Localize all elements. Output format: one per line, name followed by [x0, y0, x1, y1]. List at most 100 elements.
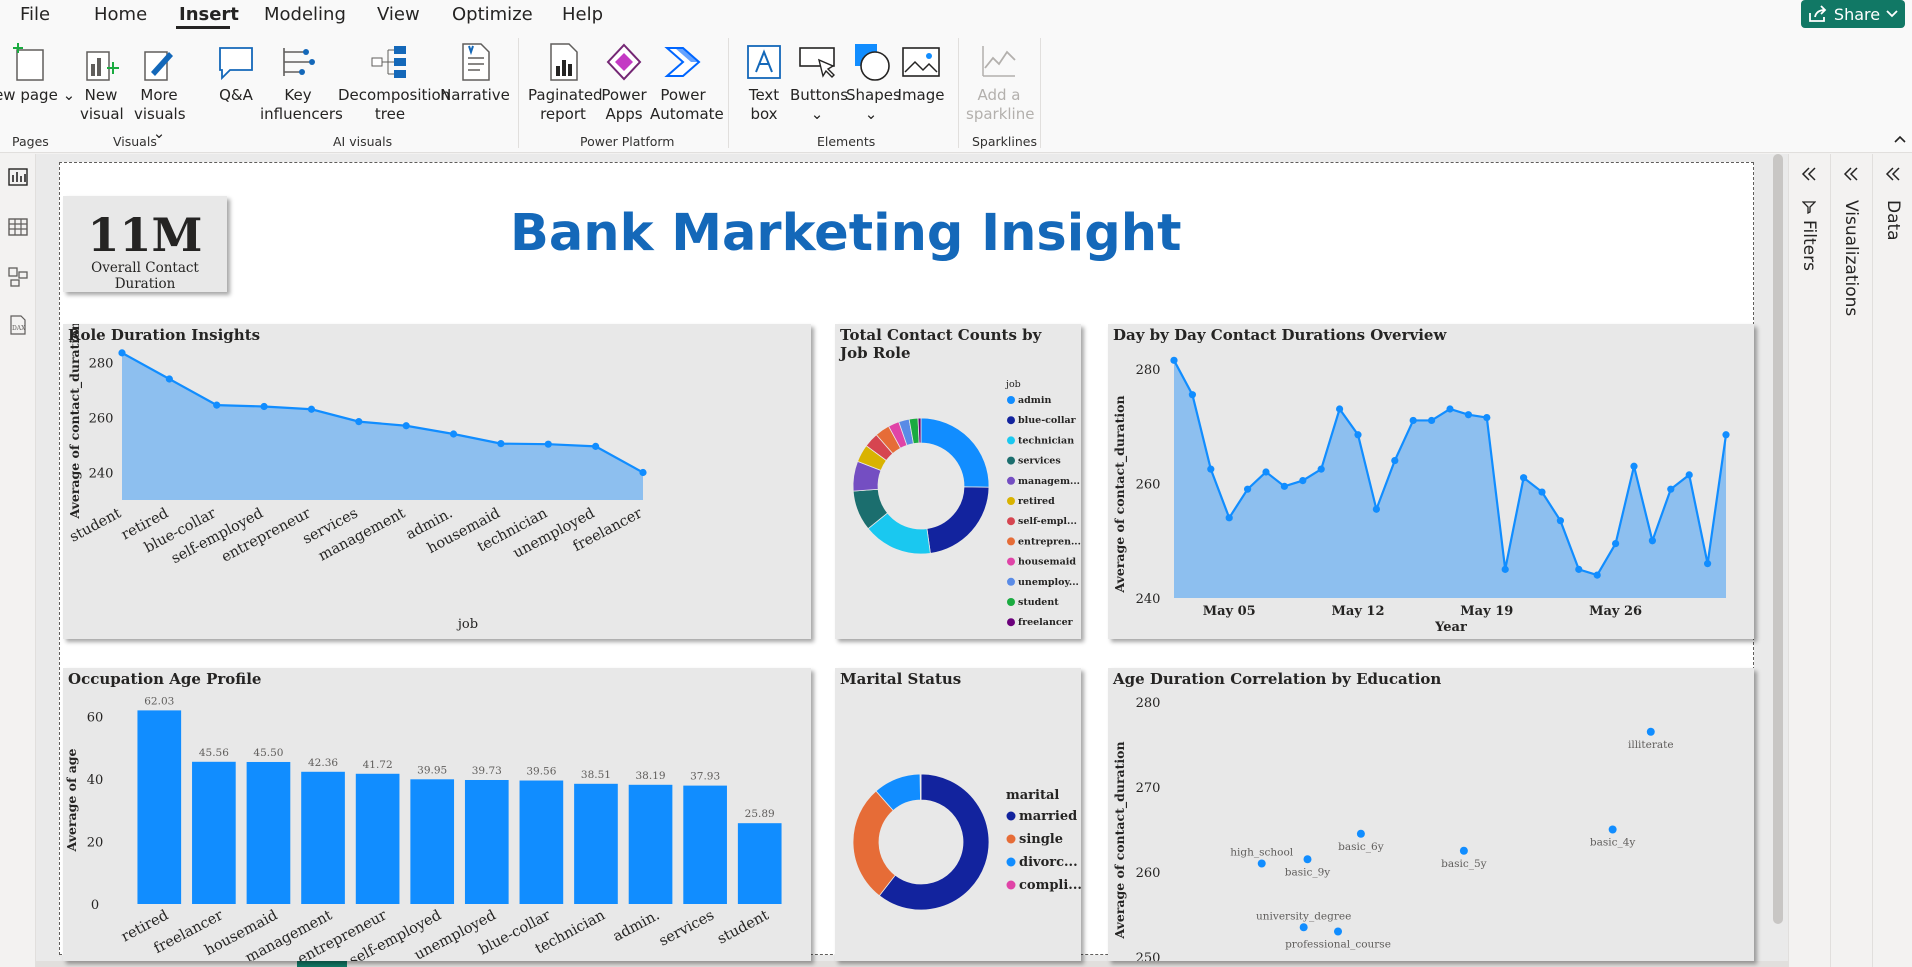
- model-view-icon[interactable]: [7, 266, 29, 288]
- key-influencers-button[interactable]: Key influencers: [260, 42, 343, 124]
- data-point: [1593, 571, 1601, 579]
- menu-optimize[interactable]: Optimize: [452, 4, 533, 25]
- legend-label: married: [1019, 809, 1077, 824]
- expand-visualizations-icon[interactable]: [1843, 166, 1859, 182]
- x-tick-label: May 26: [1589, 604, 1642, 619]
- menu-bar: File Home Insert Modeling View Optimize …: [0, 0, 1912, 30]
- legend-title: marital: [1006, 788, 1059, 803]
- legend-swatch: [1007, 476, 1015, 485]
- scatter-point: [1646, 727, 1655, 736]
- image-button[interactable]: Image: [897, 42, 945, 105]
- legend-swatch: [1007, 618, 1015, 627]
- ribbon-separator: [728, 38, 729, 148]
- qa-button[interactable]: Q&A: [214, 42, 258, 105]
- kpi-card[interactable]: 11M Overall Contact Duration: [63, 196, 227, 292]
- bar: [628, 784, 673, 904]
- legend-swatch: [1006, 834, 1016, 844]
- point-label: basic_5y: [1441, 858, 1487, 870]
- data-label: 39.73: [472, 765, 502, 777]
- table-view-icon[interactable]: [7, 216, 29, 238]
- menu-view[interactable]: View: [377, 4, 420, 25]
- new-page-button[interactable]: New page ⌄: [0, 42, 75, 105]
- job-donut-visual[interactable]: Total Contact Counts by Job Role job admi…: [835, 324, 1081, 639]
- data-point: [307, 405, 316, 413]
- new-visual-button[interactable]: New visual: [80, 42, 124, 124]
- data-point: [118, 349, 126, 357]
- y-tick-label: 260: [1136, 866, 1161, 881]
- report-view-icon[interactable]: [7, 166, 29, 188]
- y-tick-label: 260: [89, 412, 114, 427]
- data-pane[interactable]: Data: [1872, 154, 1912, 967]
- decomposition-tree-icon: [371, 46, 406, 78]
- collapse-ribbon-icon[interactable]: [1893, 132, 1907, 146]
- page-tab-active[interactable]: [297, 961, 347, 967]
- expand-data-icon[interactable]: [1885, 166, 1901, 182]
- share-button[interactable]: Share: [1801, 0, 1905, 28]
- data-point: [1648, 537, 1656, 545]
- role-duration-visual[interactable]: Role Duration Insights 240 260 280 student r…: [63, 324, 811, 639]
- image-label: Image: [897, 86, 945, 104]
- buttons-button[interactable]: Buttons ⌄: [790, 42, 848, 124]
- text-box-button[interactable]: Text box: [744, 42, 784, 124]
- data-point: [1685, 471, 1693, 479]
- role-duration-chart: 240260280studentretiredblue-collarself-e…: [67, 324, 647, 632]
- legend-swatch: [1007, 557, 1015, 566]
- power-apps-button[interactable]: Power Apps: [600, 42, 648, 124]
- menu-home[interactable]: Home: [94, 4, 147, 25]
- y-tick-label: 250: [1136, 951, 1161, 961]
- data-point: [1336, 405, 1344, 413]
- power-automate-button[interactable]: Power Automate: [650, 42, 724, 124]
- donut-slice: [919, 773, 922, 801]
- data-point: [1446, 405, 1454, 413]
- data-point: [1262, 468, 1270, 476]
- paginated-report-label: Paginated report: [528, 86, 603, 123]
- text-box-label: Text box: [748, 86, 780, 123]
- menu-help[interactable]: Help: [562, 4, 603, 25]
- paginated-report-button[interactable]: Paginated report: [528, 42, 603, 124]
- canvas-vertical-scrollbar[interactable]: [1773, 154, 1783, 924]
- y-tick-label: 20: [87, 836, 104, 851]
- add-sparkline-button[interactable]: Add a sparkline: [966, 42, 1035, 124]
- more-visuals-button[interactable]: More visuals ⌄: [134, 42, 186, 143]
- decomposition-tree-label: Decomposition tree: [338, 86, 451, 123]
- legend-swatch: [1007, 416, 1015, 425]
- scatter-point: [1608, 825, 1617, 834]
- menu-modeling[interactable]: Modeling: [264, 4, 346, 25]
- bar: [301, 771, 345, 904]
- data-label: 39.95: [417, 764, 447, 776]
- filters-pane[interactable]: Filters: [1788, 154, 1828, 967]
- expand-filters-icon[interactable]: [1801, 166, 1817, 182]
- legend-swatch: [1006, 811, 1016, 821]
- data-point: [1667, 485, 1675, 493]
- ribbon-separator: [958, 38, 959, 148]
- legend-label: unemploy...: [1018, 577, 1079, 588]
- group-sparklines: Sparklines: [972, 134, 1037, 149]
- day-by-day-visual[interactable]: Day by Day Contact Durations Overview 24…: [1108, 324, 1754, 639]
- legend-swatch: [1007, 497, 1015, 505]
- shapes-button[interactable]: Shapes ⌄: [846, 42, 901, 124]
- new-visual-icon: [86, 51, 119, 81]
- visualizations-pane-title: Visualizations: [1841, 200, 1861, 317]
- narrative-button[interactable]: Narrative: [440, 42, 510, 105]
- data-point: [355, 418, 363, 426]
- add-sparkline-label: Add a sparkline: [966, 86, 1035, 123]
- menu-file[interactable]: File: [20, 4, 50, 25]
- occupation-age-visual[interactable]: Occupation Age Profile 62.03 retired 45.56…: [63, 668, 811, 961]
- legend-label: single: [1019, 832, 1063, 847]
- legend-swatch: [1007, 396, 1015, 404]
- view-switcher-rail: DAX: [0, 154, 36, 967]
- legend-swatch: [1007, 436, 1015, 445]
- legend-swatch: [1007, 577, 1015, 586]
- data-label: 37.93: [690, 771, 720, 783]
- data-point: [1317, 465, 1325, 473]
- age-education-visual[interactable]: Age Duration Correlation by Education il…: [1108, 668, 1754, 961]
- marital-donut-visual[interactable]: Marital Status marital married single divor…: [835, 668, 1081, 961]
- data-point: [1354, 431, 1362, 439]
- y-tick-label: 240: [1136, 592, 1161, 607]
- legend-swatch: [1006, 880, 1016, 890]
- data-point: [1575, 565, 1583, 573]
- decomposition-tree-button[interactable]: Decomposition tree: [338, 42, 451, 124]
- dax-query-view-icon[interactable]: DAX: [7, 314, 29, 336]
- menu-insert[interactable]: Insert: [179, 4, 239, 25]
- visualizations-pane[interactable]: Visualizations: [1830, 154, 1870, 967]
